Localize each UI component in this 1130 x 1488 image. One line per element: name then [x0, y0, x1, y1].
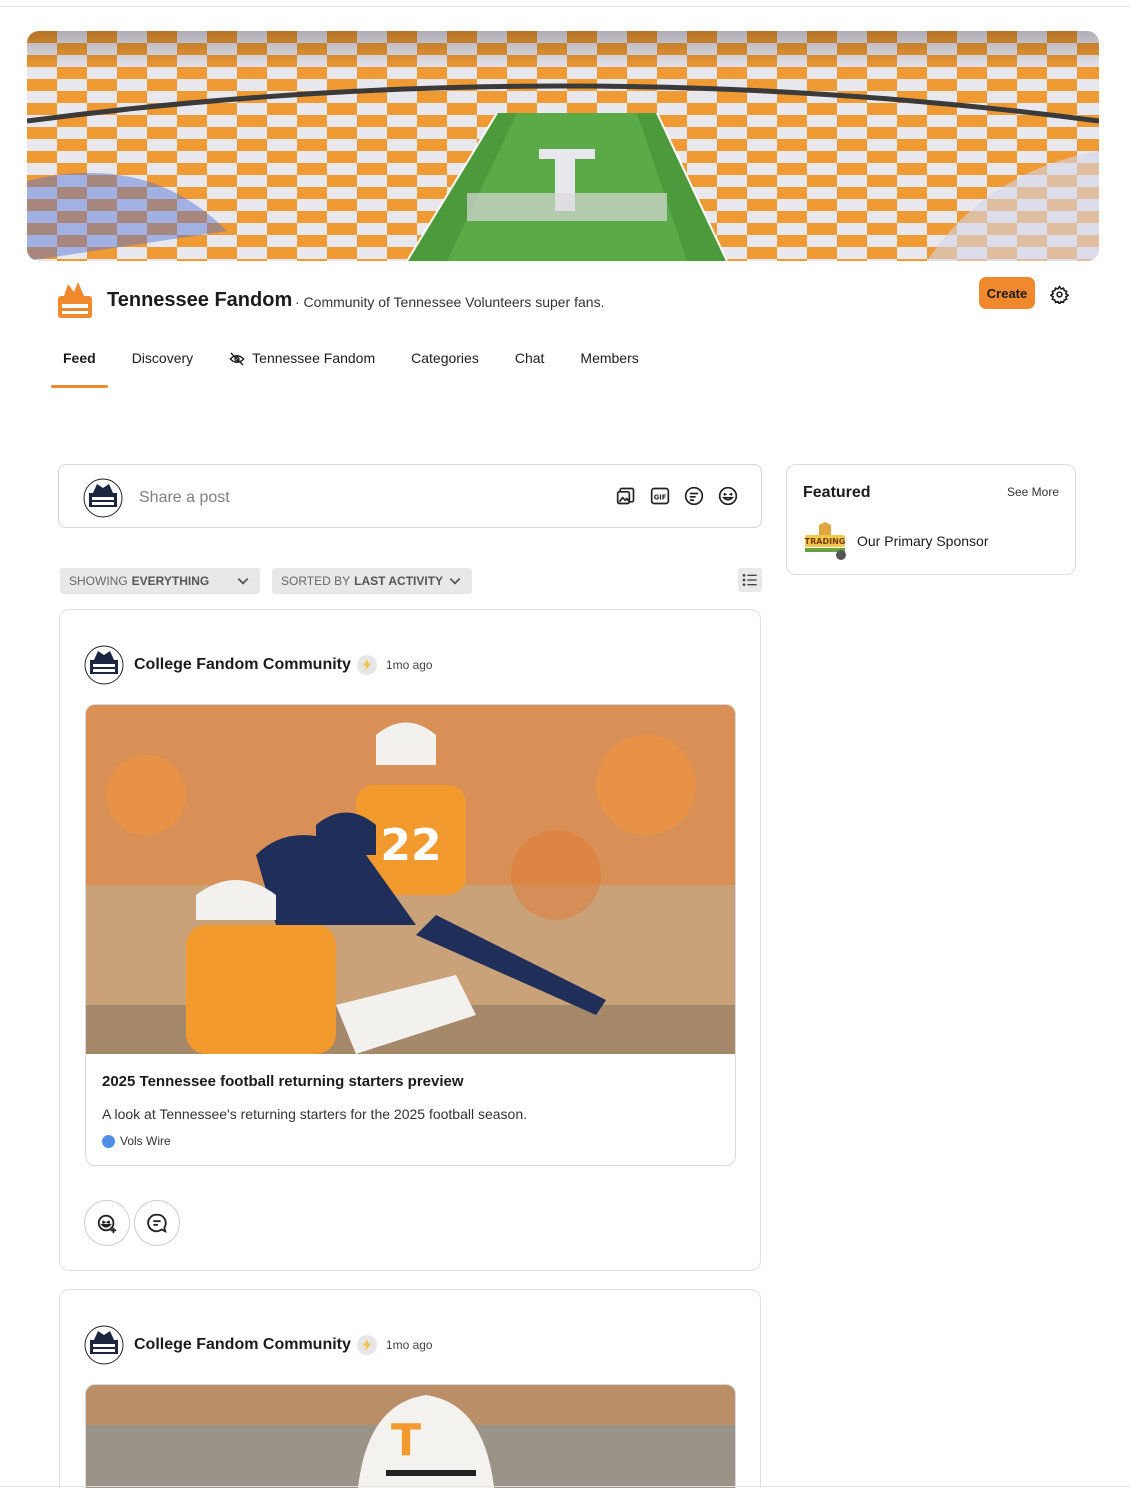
user-avatar	[83, 478, 123, 523]
community-name: Tennessee Fandom	[107, 289, 293, 311]
bottom-divider	[0, 1486, 1130, 1487]
settings-gear-icon[interactable]	[1048, 283, 1070, 305]
link-preview-image: 22	[86, 705, 735, 1054]
community-banner-image	[27, 31, 1099, 261]
top-divider	[0, 6, 1130, 7]
sort-value: LAST ACTIVITY	[354, 574, 444, 588]
chevron-down-icon	[448, 574, 462, 591]
featured-title: Featured	[803, 484, 871, 501]
community-tabs: Feed Discovery Tennessee Fandom Categori…	[51, 340, 663, 388]
poll-icon[interactable]	[683, 485, 705, 507]
author-avatar[interactable]	[84, 645, 124, 685]
tab-feed[interactable]: Feed	[51, 340, 108, 388]
lightning-bolt-icon	[356, 655, 377, 675]
comment-icon	[147, 1213, 167, 1233]
share-post-input[interactable]: Share a post	[139, 489, 230, 507]
tab-label: Members	[580, 350, 639, 366]
tab-label: Categories	[411, 350, 479, 366]
comment-button[interactable]	[134, 1200, 180, 1246]
post-header: College Fandom Community 1mo ago	[84, 644, 433, 686]
add-reaction-icon	[97, 1214, 117, 1234]
link-preview-card[interactable]: 22 2025 Tennessee football returning sta…	[85, 704, 736, 1166]
link-title[interactable]: 2025 Tennessee football returning starte…	[102, 1073, 464, 1090]
tab-members[interactable]: Members	[568, 340, 650, 388]
showing-filter-dropdown[interactable]: SHOWING EVERYTHING	[60, 568, 260, 594]
svg-text:TRADING: TRADING	[805, 537, 846, 546]
chevron-down-icon	[236, 574, 250, 591]
tab-label: Chat	[514, 350, 545, 366]
tab-label: Discovery	[131, 350, 194, 366]
source-favicon-icon	[102, 1134, 115, 1148]
community-description: · Community of Tennessee Volunteers supe…	[295, 294, 605, 310]
eye-slash-icon	[229, 352, 245, 369]
lightning-bolt-icon	[356, 1335, 377, 1355]
post-author-name[interactable]: College Fandom Community	[134, 656, 351, 674]
sort-prefix: SORTED BY	[281, 574, 351, 588]
post-timestamp: 1mo ago	[385, 658, 433, 672]
sponsor-name: Our Primary Sponsor	[857, 533, 989, 549]
post-actions	[84, 1200, 180, 1246]
feed-post: College Fandom Community 1mo ago T	[59, 1289, 761, 1488]
link-source: Vols Wire	[102, 1134, 171, 1148]
link-description: A look at Tennessee's returning starters…	[102, 1106, 528, 1122]
filter-prefix: SHOWING	[69, 574, 128, 588]
tab-categories[interactable]: Categories	[399, 340, 491, 388]
filter-value: EVERYTHING	[131, 574, 210, 588]
post-header: College Fandom Community 1mo ago	[84, 1324, 433, 1366]
tab-label: Feed	[63, 350, 96, 366]
tab-chat[interactable]: Chat	[503, 340, 557, 388]
tab-tennessee-fandom[interactable]: Tennessee Fandom	[217, 340, 387, 388]
gif-icon[interactable]: GIF	[649, 485, 671, 507]
svg-text:22: 22	[380, 820, 441, 871]
create-button[interactable]: Create	[979, 277, 1035, 309]
svg-text:T: T	[391, 1415, 421, 1466]
sort-dropdown[interactable]: SORTED BY LAST ACTIVITY	[272, 568, 472, 594]
community-header: Tennessee Fandom · Community of Tennesse…	[54, 277, 1074, 324]
sponsor-logo: TRADING	[805, 522, 846, 560]
see-more-link[interactable]: See More	[1007, 485, 1059, 499]
emoji-icon[interactable]	[717, 485, 739, 507]
list-view-icon[interactable]	[738, 568, 762, 592]
link-preview-image[interactable]: T	[85, 1384, 736, 1488]
add-reaction-button[interactable]	[84, 1200, 130, 1246]
svg-text:GIF: GIF	[654, 493, 667, 501]
image-icon[interactable]	[615, 485, 637, 507]
author-avatar[interactable]	[84, 1325, 124, 1365]
composer-toolbar: GIF	[615, 485, 739, 507]
featured-sponsor-item[interactable]: TRADING Our Primary Sponsor	[803, 521, 988, 561]
tab-label: Tennessee Fandom	[252, 350, 376, 366]
post-author-name[interactable]: College Fandom Community	[134, 1336, 351, 1354]
community-logo[interactable]	[54, 280, 96, 322]
post-timestamp: 1mo ago	[385, 1338, 433, 1352]
post-composer[interactable]: Share a post GIF	[58, 464, 762, 528]
featured-panel: Featured See More TRADING Our Primary Sp…	[786, 464, 1076, 575]
source-name: Vols Wire	[120, 1134, 171, 1148]
tab-discovery[interactable]: Discovery	[120, 340, 205, 388]
feed-post: College Fandom Community 1mo ago 22 2025…	[59, 609, 761, 1271]
